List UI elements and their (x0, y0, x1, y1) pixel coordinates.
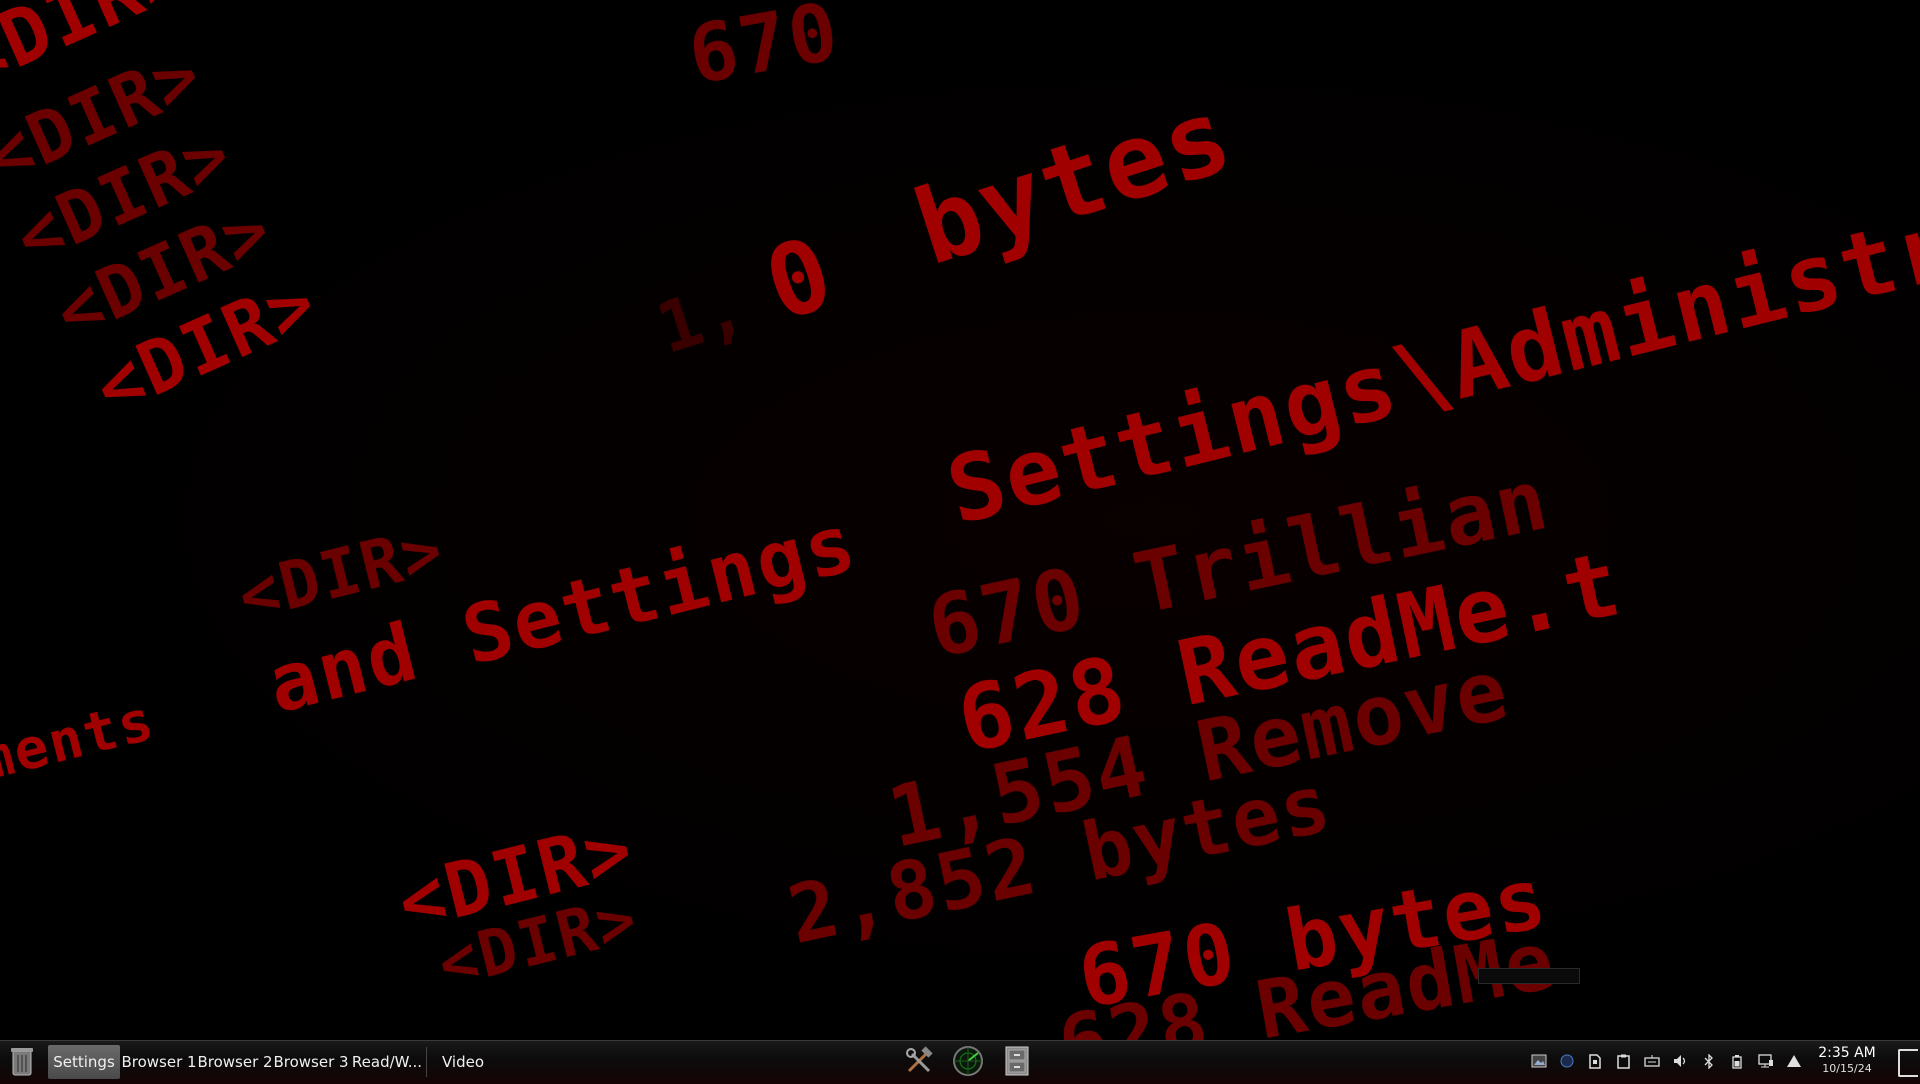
trash-bin-icon (9, 1045, 35, 1081)
task-browser-2[interactable]: Browser 2 (198, 1045, 272, 1079)
task-label: Read/W... (351, 1053, 423, 1071)
keyboard-icon (1644, 1055, 1660, 1071)
task-settings[interactable]: Settings (48, 1045, 120, 1079)
tray-volume[interactable] (1672, 1054, 1690, 1072)
tray-bluetooth[interactable] (1700, 1052, 1718, 1073)
tray-keyboard[interactable] (1643, 1054, 1661, 1072)
task-label: Browser 2 (198, 1053, 272, 1071)
launcher-radar[interactable] (951, 1046, 985, 1080)
tray-image[interactable] (1530, 1054, 1548, 1072)
tray-clipboard[interactable] (1614, 1054, 1632, 1072)
tray-battery[interactable] (1728, 1054, 1746, 1072)
clock[interactable]: 2:35 AM 10/15/24 (1812, 1046, 1882, 1074)
wallpaper-text: 1, (647, 264, 757, 370)
taskbar: Settings Browser 1 Browser 2 Browser 3 R… (0, 1040, 1920, 1084)
clock-date: 10/15/24 (1822, 1062, 1872, 1075)
wallpaper-text: 0 (751, 213, 848, 345)
wallpaper-text: bytes (901, 73, 1247, 290)
task-label: Browser 3 (274, 1053, 348, 1071)
globe-icon (1560, 1054, 1574, 1072)
tray-globe[interactable] (1558, 1054, 1576, 1072)
clipboard-icon (1616, 1054, 1630, 1073)
task-read-write[interactable]: Read/W... (350, 1045, 424, 1079)
launcher-tools[interactable] (902, 1046, 936, 1080)
file-cabinet-icon (1003, 1045, 1031, 1081)
task-browser-3[interactable]: Browser 3 (274, 1045, 348, 1079)
desktop-wallpaper: <DIR> <DIR> <DIR> <DIR> <DIR> 670 bytes … (0, 0, 1920, 1040)
task-label: Browser 1 (122, 1053, 196, 1071)
wallpaper-text: 670 (681, 0, 847, 103)
wallpaper-text: ments (0, 687, 162, 795)
task-video[interactable]: Video (430, 1045, 496, 1079)
warning-icon (1786, 1054, 1802, 1072)
show-desktop-button[interactable] (1898, 1049, 1918, 1077)
launcher-file-cabinet[interactable] (1000, 1046, 1034, 1080)
battery-icon (1732, 1054, 1742, 1073)
task-browser-1[interactable]: Browser 1 (122, 1045, 196, 1079)
task-label: Settings (53, 1053, 115, 1071)
network-icon (1758, 1054, 1774, 1072)
sd-card-icon (1589, 1053, 1601, 1073)
clock-time: 2:35 AM (1818, 1045, 1876, 1061)
image-icon (1531, 1054, 1547, 1072)
tray-sd-card[interactable] (1586, 1053, 1604, 1073)
tray-warning[interactable] (1785, 1054, 1803, 1072)
start-button[interactable] (4, 1045, 40, 1081)
separator (426, 1047, 427, 1077)
tray-network[interactable] (1757, 1054, 1775, 1072)
tooltip (1478, 968, 1580, 984)
volume-icon (1673, 1054, 1689, 1072)
task-label: Video (441, 1053, 485, 1071)
bluetooth-icon (1704, 1052, 1714, 1073)
tools-icon (904, 1046, 934, 1080)
radar-icon (952, 1045, 984, 1081)
